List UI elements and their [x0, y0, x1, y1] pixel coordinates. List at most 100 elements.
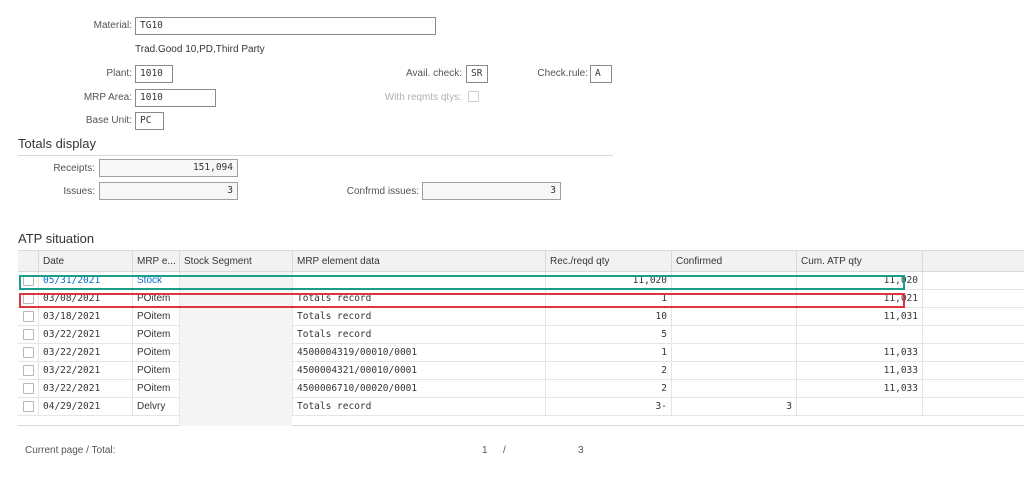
row-checkbox[interactable]	[23, 401, 34, 412]
row-selector[interactable]	[18, 362, 38, 380]
cell-cum-atp: 11,033	[796, 380, 922, 398]
cell-element-data: Totals record	[292, 326, 545, 344]
row-checkbox[interactable]	[23, 311, 34, 322]
col-filler	[922, 251, 1024, 272]
cell-cum-atp	[796, 326, 922, 344]
cell-stock-segment	[179, 344, 292, 362]
check-rule-field[interactable]: A	[590, 65, 612, 83]
cell-element-data: 4500006710/00020/0001	[292, 380, 545, 398]
cell-stock-segment	[179, 308, 292, 326]
cell-cum-atp	[796, 398, 922, 416]
cell-qty: 5	[545, 326, 671, 344]
cell-confirmed	[671, 290, 796, 308]
cell-stock-segment	[179, 398, 292, 416]
avail-check-field[interactable]: SR	[466, 65, 488, 83]
row-checkbox[interactable]	[23, 347, 34, 358]
totals-divider	[18, 155, 613, 156]
table-row[interactable]: 03/22/2021 POitem 4500004321/00010/0001 …	[18, 362, 1024, 380]
table-row[interactable]: 03/22/2021 POitem 4500004319/00010/0001 …	[18, 344, 1024, 362]
table-row[interactable]: 03/22/2021 POitem Totals record 5	[18, 326, 1024, 344]
col-date[interactable]: Date	[38, 251, 132, 272]
cell-confirmed	[671, 380, 796, 398]
with-reqmts-checkbox[interactable]	[468, 91, 479, 102]
cell-confirmed	[671, 344, 796, 362]
mrp-area-field[interactable]: 1010	[135, 89, 216, 107]
cell-confirmed	[671, 326, 796, 344]
totals-display-title: Totals display	[18, 136, 97, 151]
cell-mrp-element: POitem	[132, 326, 179, 344]
plant-label: Plant:	[106, 68, 132, 79]
check-rule-label: Check.rule:	[537, 68, 588, 79]
cell-element-data: Totals record	[292, 398, 545, 416]
table-row[interactable]: 03/18/2021 POitem Totals record 10 11,03…	[18, 308, 1024, 326]
cell-stock-segment	[179, 272, 292, 290]
avail-check-label: Avail. check:	[406, 68, 462, 79]
cell-stock-segment	[179, 362, 292, 380]
table-row[interactable]: 04/29/2021 Delvry Totals record 3- 3	[18, 398, 1024, 416]
table-row-empty	[18, 416, 1024, 426]
receipts-field: 151,094	[99, 159, 238, 177]
col-mrp-element-data[interactable]: MRP element data	[292, 251, 545, 272]
cell-stock-segment	[179, 290, 292, 308]
col-mrp-element[interactable]: MRP e...	[132, 251, 179, 272]
cell-confirmed: 3	[671, 398, 796, 416]
cell-mrp-element[interactable]: Stock	[132, 272, 179, 290]
cell-mrp-element: POitem	[132, 308, 179, 326]
row-selector[interactable]	[18, 308, 38, 326]
cell-filler	[922, 344, 1024, 362]
cell-cum-atp: 11,033	[796, 362, 922, 380]
atp-situation-title: ATP situation	[18, 231, 95, 246]
cell-cum-atp: 11,033	[796, 344, 922, 362]
row-selector[interactable]	[18, 290, 38, 308]
current-page: 1	[482, 445, 488, 456]
cell-filler	[922, 290, 1024, 308]
cell-filler	[922, 380, 1024, 398]
total-pages: 3	[578, 445, 584, 456]
row-selector[interactable]	[18, 272, 38, 290]
table-row[interactable]: 03/08/2021 POitem Totals record 1 11,021	[18, 290, 1024, 308]
material-label: Material:	[93, 20, 132, 31]
col-stock-segment[interactable]: Stock Segment	[179, 251, 292, 272]
material-field[interactable]: TG10	[135, 17, 436, 35]
row-checkbox[interactable]	[23, 293, 34, 304]
col-rec-reqd-qty[interactable]: Rec./reqd qty	[545, 251, 671, 272]
plant-field[interactable]: 1010	[135, 65, 173, 83]
row-checkbox[interactable]	[23, 329, 34, 340]
cell-element-data: Totals record	[292, 308, 545, 326]
receipts-label: Receipts:	[53, 163, 95, 174]
issues-label: Issues:	[63, 186, 95, 197]
cell-qty: 2	[545, 380, 671, 398]
page-label: Current page / Total:	[25, 445, 116, 456]
table-row[interactable]: 03/22/2021 POitem 4500006710/00020/0001 …	[18, 380, 1024, 398]
cell-cum-atp: 11,021	[796, 290, 922, 308]
row-checkbox[interactable]	[23, 365, 34, 376]
atp-table: Date MRP e... Stock Segment MRP element …	[18, 250, 1024, 426]
cell-filler	[922, 398, 1024, 416]
cell-qty: 10	[545, 308, 671, 326]
row-checkbox[interactable]	[23, 275, 34, 286]
cell-qty: 3-	[545, 398, 671, 416]
cell-mrp-element: POitem	[132, 344, 179, 362]
col-confirmed[interactable]: Confirmed	[671, 251, 796, 272]
row-checkbox[interactable]	[23, 383, 34, 394]
cell-filler	[922, 326, 1024, 344]
with-reqmts-label: With reqmts qtys:	[384, 92, 462, 103]
row-selector[interactable]	[18, 344, 38, 362]
row-selector[interactable]	[18, 380, 38, 398]
select-all-header[interactable]	[18, 251, 38, 272]
cell-filler	[922, 308, 1024, 326]
cell-date: 03/22/2021	[38, 362, 132, 380]
cell-qty: 1	[545, 290, 671, 308]
cell-mrp-element: POitem	[132, 362, 179, 380]
base-unit-field[interactable]: PC	[135, 112, 164, 130]
cell-stock-segment	[179, 380, 292, 398]
cell-cum-atp: 11,031	[796, 308, 922, 326]
col-cum-atp-qty[interactable]: Cum. ATP qty	[796, 251, 922, 272]
cell-element-data: 4500004321/00010/0001	[292, 362, 545, 380]
cell-element-data	[292, 272, 545, 290]
issues-field: 3	[99, 182, 238, 200]
cell-date[interactable]: 05/31/2021	[38, 272, 132, 290]
row-selector[interactable]	[18, 326, 38, 344]
table-row[interactable]: 05/31/2021 Stock 11,020 11,020	[18, 272, 1024, 290]
row-selector[interactable]	[18, 398, 38, 416]
